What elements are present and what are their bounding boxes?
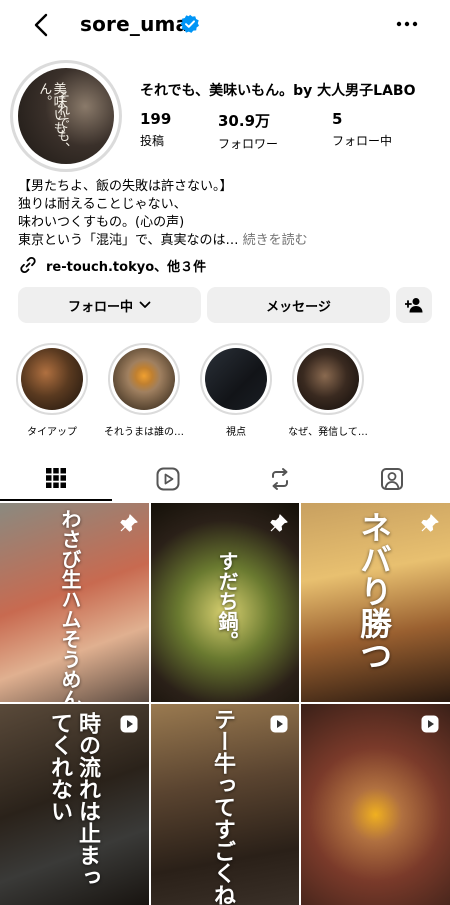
highlight-ring: [200, 343, 272, 415]
reel-play-icon: [120, 715, 138, 733]
grid-post[interactable]: [301, 704, 450, 905]
avatar-image: 美味いもん。 それでも、: [18, 68, 114, 164]
suggested-users-button[interactable]: [396, 287, 432, 323]
highlight-label: なぜ、発信して…: [288, 427, 368, 438]
reel-play-icon: [421, 715, 439, 733]
message-button[interactable]: メッセージ: [207, 287, 390, 323]
highlight-cover: [113, 348, 175, 410]
add-person-icon: [405, 298, 423, 313]
profile-links[interactable]: re-touch.tokyo、他３件: [18, 254, 206, 276]
highlight-label: 視点: [226, 427, 246, 438]
reels-play-icon: [156, 467, 180, 490]
grid-post[interactable]: すだち鍋。: [151, 503, 299, 702]
posts-stat[interactable]: 199 投稿: [140, 110, 171, 149]
message-button-label: メッセージ: [266, 299, 331, 315]
post-overlay-text: 時の流れは止まってくれない: [47, 712, 101, 888]
highlight-why[interactable]: なぜ、発信して…: [288, 343, 368, 438]
read-more-link[interactable]: 続きを読む: [243, 233, 308, 248]
highlight-ring: [108, 343, 180, 415]
bio-line-last: 東京という「混沌」で、真実なのは… 続きを読む: [18, 232, 438, 250]
profile-bio: 【男たちよ、飯の失敗は許さない。】 独りは耐えることじゃない、 味わいつくすもの…: [18, 178, 438, 250]
following-stat[interactable]: 5 フォロー中: [332, 110, 392, 149]
highlight-label: タイアップ: [27, 427, 77, 438]
highlight-cover: [21, 348, 83, 410]
tab-posts-grid[interactable]: [0, 456, 112, 501]
tagged-person-icon: [381, 467, 403, 490]
top-bar: sore_uma: [0, 0, 450, 50]
pin-icon: [421, 514, 439, 532]
grid-post[interactable]: 時の流れは止まってくれない: [0, 704, 149, 905]
bio-line: 【男たちよ、飯の失敗は許さない。】: [18, 179, 233, 194]
highlight-ring: [292, 343, 364, 415]
post-overlay-text: わさび生ハムそうめん。: [58, 509, 82, 702]
pin-icon: [120, 514, 138, 532]
profile-avatar[interactable]: 美味いもん。 それでも、: [10, 60, 122, 172]
avatar-logo-text-2: それでも、: [54, 90, 70, 155]
post-overlay-text: ネバり勝つ: [355, 511, 393, 671]
verified-badge-icon: [180, 14, 199, 33]
highlight-viewpoint[interactable]: 視点: [196, 343, 276, 438]
highlight-label: それうまは誰の…: [104, 427, 184, 438]
highlight-cover: [297, 348, 359, 410]
link-icon: [20, 256, 36, 274]
bio-line-text: 東京という「混沌」で、真実なのは…: [18, 233, 239, 248]
following-count: 5: [332, 110, 343, 128]
bio-line: 独りは耐えることじゃない、: [18, 197, 187, 212]
profile-tabs: [0, 456, 450, 501]
grid-post[interactable]: わさび生ハムそうめん。: [0, 503, 149, 702]
post-overlay-text: テー牛ってすごくね？: [210, 708, 236, 905]
grid-post[interactable]: ネバり勝つ: [301, 503, 450, 702]
bio-line: 味わいつくすもの。(心の声): [18, 215, 185, 230]
highlight-tieup[interactable]: タイアップ: [12, 343, 92, 438]
chevron-down-icon: [139, 301, 151, 308]
back-arrow-icon[interactable]: [30, 12, 54, 38]
pin-icon: [270, 514, 288, 532]
highlight-who[interactable]: それうまは誰の…: [104, 343, 184, 438]
profile-link-text: re-touch.tokyo、他３件: [46, 259, 207, 275]
tab-tagged[interactable]: [336, 456, 448, 501]
following-button-label: フォロー中: [67, 299, 133, 315]
repost-icon: [272, 467, 288, 490]
tab-reels[interactable]: [112, 456, 224, 501]
posts-grid: わさび生ハムそうめん。 すだち鍋。 ネバり勝つ 時の流れは止まってくれない テー…: [0, 503, 450, 905]
following-button[interactable]: フォロー中: [18, 287, 201, 323]
post-overlay-text: すだち鍋。: [215, 551, 239, 651]
profile-display-name: それでも、美味いもん。by 大人男子LABO: [140, 83, 416, 99]
grid-post[interactable]: テー牛ってすごくね？: [151, 704, 299, 905]
tab-reposts[interactable]: [224, 456, 336, 501]
profile-username: sore_uma: [80, 12, 190, 36]
posts-count: 199: [140, 110, 172, 128]
reel-play-icon: [270, 715, 288, 733]
followers-label: フォロワー: [218, 137, 279, 151]
highlight-ring: [16, 343, 88, 415]
followers-count: 30.9万: [218, 112, 271, 130]
highlight-cover: [205, 348, 267, 410]
followers-stat[interactable]: 30.9万 フォロワー: [218, 110, 278, 152]
following-label: フォロー中: [332, 134, 393, 148]
posts-label: 投稿: [140, 134, 165, 148]
more-options-icon[interactable]: [393, 14, 421, 34]
grid-icon: [46, 467, 66, 488]
